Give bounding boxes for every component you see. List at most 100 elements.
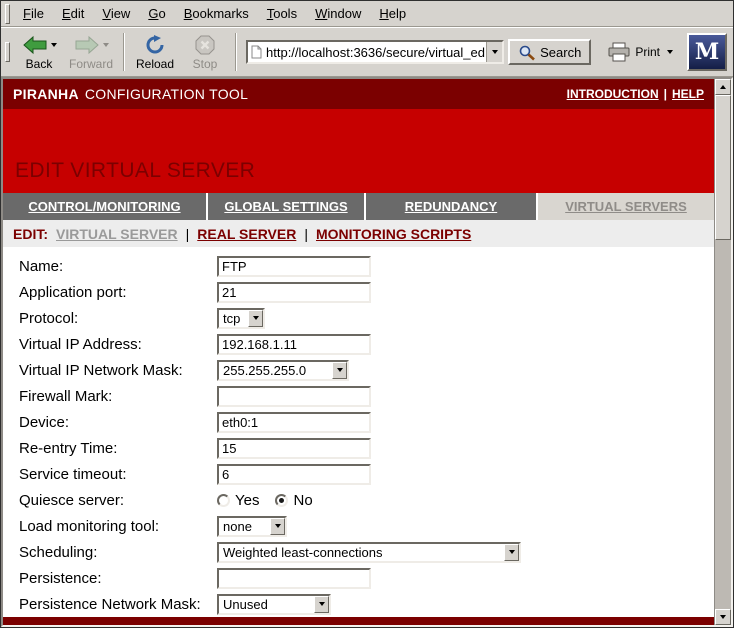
quiesce-yes-label: Yes (235, 492, 259, 509)
header-link-separator: | (664, 87, 667, 101)
form-row-persistence: Persistence: (19, 565, 714, 591)
quiesce-yes-radio[interactable] (217, 494, 230, 507)
form-row-reentry-time: Re-entry Time: (19, 435, 714, 461)
brand-subtitle: CONFIGURATION TOOL (85, 86, 248, 102)
stop-label: Stop (193, 57, 218, 71)
mozilla-logo[interactable]: M (687, 33, 727, 71)
form-row-protocol: Protocol: tcp (19, 305, 714, 331)
toolbar-separator (123, 33, 125, 71)
quiesce-no-label: No (293, 492, 312, 509)
tab-control-monitoring[interactable]: CONTROL/MONITORING (3, 193, 208, 220)
menu-bookmarks[interactable]: Bookmarks (175, 2, 258, 26)
form-row-name: Name: (19, 253, 714, 279)
search-button[interactable]: Search (508, 39, 591, 65)
print-dropdown-arrow[interactable] (667, 50, 673, 54)
tab-virtual-servers[interactable]: VIRTUAL SERVERS (538, 193, 714, 220)
menubar-grippy[interactable] (5, 4, 10, 24)
menu-edit[interactable]: Edit (53, 2, 93, 26)
print-label: Print (635, 45, 660, 59)
load-monitoring-select[interactable]: none (217, 516, 287, 537)
name-input[interactable] (217, 256, 371, 277)
monitoring-scripts-link[interactable]: MONITORING SCRIPTS (316, 226, 471, 242)
quiesce-no-radio[interactable] (275, 494, 288, 507)
back-icon (22, 35, 48, 55)
protocol-select[interactable]: tcp (217, 308, 265, 329)
tab-bar: CONTROL/MONITORING GLOBAL SETTINGS REDUN… (3, 193, 714, 220)
vip-netmask-label: Virtual IP Network Mask: (19, 362, 217, 379)
menu-file[interactable]: File (14, 2, 53, 26)
url-input[interactable] (265, 43, 486, 61)
chevron-down-icon (504, 544, 519, 561)
chevron-down-icon (270, 518, 285, 535)
back-history-dropdown[interactable] (51, 43, 57, 47)
url-dropdown-button[interactable] (486, 42, 502, 62)
scheduling-select-value: Weighted least-connections (219, 544, 504, 561)
subnav-separator: | (186, 226, 190, 242)
persistence-label: Persistence: (19, 570, 217, 587)
firewall-mark-label: Firewall Mark: (19, 388, 217, 405)
load-monitoring-select-value: none (219, 518, 270, 535)
stop-button[interactable]: Stop (180, 32, 230, 73)
scrollbar-track[interactable] (715, 240, 731, 609)
application-port-input[interactable] (217, 282, 371, 303)
menu-tools[interactable]: Tools (258, 2, 306, 26)
menu-window[interactable]: Window (306, 2, 370, 26)
browser-viewport: PIRANHA CONFIGURATION TOOL INTRODUCTION … (1, 77, 733, 627)
page-icon (251, 45, 262, 59)
service-timeout-input[interactable] (217, 464, 371, 485)
menu-view[interactable]: View (93, 2, 139, 26)
forward-button[interactable]: Forward (64, 32, 118, 73)
print-button[interactable]: Print (601, 40, 679, 64)
vertical-scrollbar[interactable] (714, 79, 731, 625)
application-port-label: Application port: (19, 284, 217, 301)
print-icon (607, 42, 631, 62)
piranha-header: PIRANHA CONFIGURATION TOOL INTRODUCTION … (3, 79, 714, 109)
subnav-current-virtual-server: VIRTUAL SERVER (56, 226, 178, 242)
help-link[interactable]: HELP (672, 87, 704, 101)
tab-redundancy[interactable]: REDUNDANCY (366, 193, 538, 220)
page-title: EDIT VIRTUAL SERVER (15, 159, 255, 183)
menu-go[interactable]: Go (139, 2, 174, 26)
tab-global-settings[interactable]: GLOBAL SETTINGS (208, 193, 366, 220)
menu-bar: File Edit View Go Bookmarks Tools Window… (1, 1, 733, 27)
scrollbar-thumb[interactable] (715, 95, 731, 240)
scheduling-select[interactable]: Weighted least-connections (217, 542, 521, 563)
brand-name: PIRANHA (13, 86, 79, 102)
forward-history-dropdown[interactable] (103, 43, 109, 47)
firewall-mark-input[interactable] (217, 386, 371, 407)
edit-subnav: EDIT: VIRTUAL SERVER | REAL SERVER | MON… (3, 220, 714, 247)
search-icon (518, 44, 536, 61)
navigation-toolbar: Back Forward Reload (1, 27, 733, 77)
form-row-device: Device: (19, 409, 714, 435)
reentry-time-label: Re-entry Time: (19, 440, 217, 457)
scroll-up-button[interactable] (715, 79, 731, 95)
chevron-down-icon (332, 362, 347, 379)
reentry-time-input[interactable] (217, 438, 371, 459)
subnav-edit-label: EDIT: (13, 226, 48, 242)
persistence-input[interactable] (217, 568, 371, 589)
mozilla-logo-letter: M (695, 41, 719, 63)
forward-icon (74, 35, 100, 55)
toolbar-grippy[interactable] (5, 42, 10, 62)
back-button[interactable]: Back (14, 32, 64, 73)
quiesce-server-label: Quiesce server: (19, 492, 217, 509)
reload-label: Reload (136, 57, 174, 71)
device-label: Device: (19, 414, 217, 431)
form-row-firewall-mark: Firewall Mark: (19, 383, 714, 409)
real-server-link[interactable]: REAL SERVER (197, 226, 296, 242)
introduction-link[interactable]: INTRODUCTION (567, 87, 659, 101)
persistence-netmask-select[interactable]: Unused (217, 594, 331, 615)
menu-help[interactable]: Help (370, 2, 415, 26)
scroll-down-button[interactable] (715, 609, 731, 625)
persistence-netmask-select-value: Unused (219, 596, 314, 613)
load-monitoring-label: Load monitoring tool: (19, 518, 217, 535)
vip-netmask-select[interactable]: 255.255.255.0 (217, 360, 349, 381)
device-input[interactable] (217, 412, 371, 433)
page-content: PIRANHA CONFIGURATION TOOL INTRODUCTION … (3, 79, 714, 625)
search-label: Search (540, 45, 581, 60)
reload-button[interactable]: Reload (130, 32, 180, 73)
section-divider (3, 617, 714, 625)
chevron-down-icon (248, 310, 263, 327)
virtual-ip-input[interactable] (217, 334, 371, 355)
virtual-ip-label: Virtual IP Address: (19, 336, 217, 353)
